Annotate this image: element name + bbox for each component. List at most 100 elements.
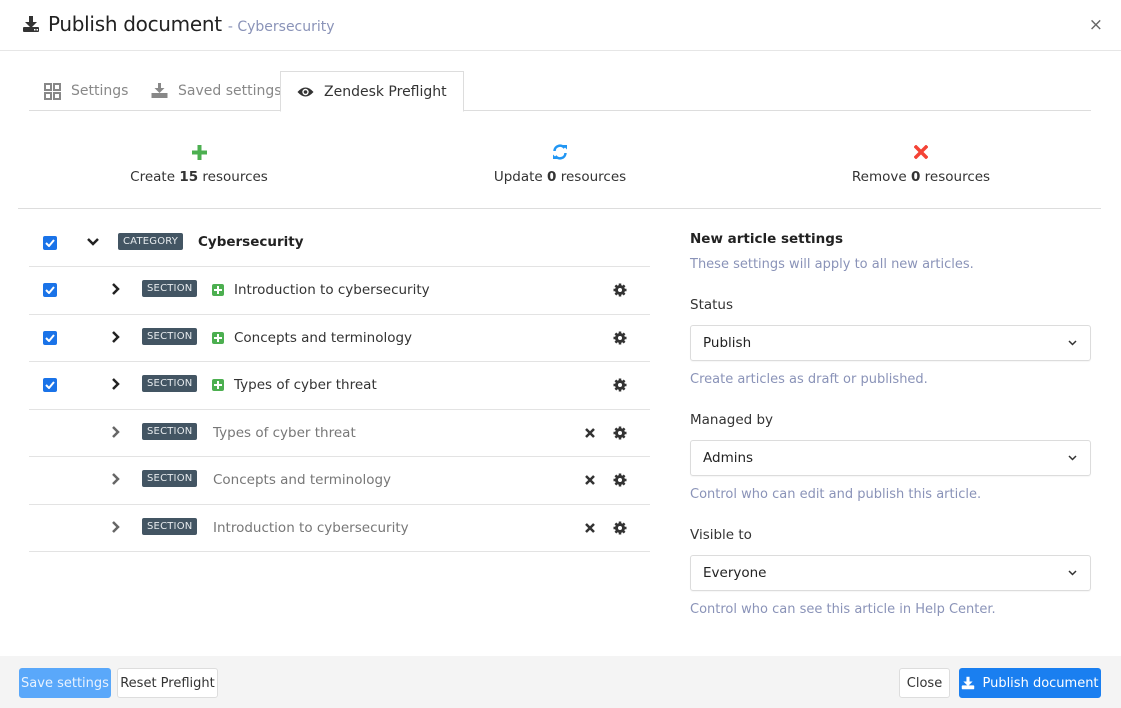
section-badge: SECTION — [142, 327, 198, 345]
section-label: Types of cyber threat — [213, 424, 356, 441]
managed-by-select[interactable]: Admins — [690, 440, 1091, 476]
save-settings-button[interactable]: Save settings — [19, 668, 111, 698]
checkmark-icon — [45, 286, 55, 294]
section-checkbox[interactable] — [43, 330, 57, 345]
title-text: Publish document — [48, 12, 222, 36]
checkmark-icon — [45, 239, 55, 247]
tree-row-section: SECTION Introduction to cybersecurity — [29, 267, 650, 315]
section-label: Concepts and terminology — [213, 472, 392, 488]
tree-row-category: CATEGORY Cybersecurity — [29, 220, 650, 267]
tree-row-section: SECTION Types of cyber threat — [29, 410, 650, 457]
visible-to-hint: Control who can see this article in Help… — [690, 602, 996, 617]
section-label: Introduction to cybersecurity — [213, 519, 409, 536]
managed-by-value: Admins — [703, 450, 754, 466]
category-checkbox[interactable] — [43, 236, 57, 250]
reset-preflight-button[interactable]: Reset Preflight — [117, 668, 218, 698]
chevron-right-icon[interactable] — [109, 425, 123, 439]
close-icon[interactable]: × — [1089, 17, 1103, 34]
chevron-down-icon — [1068, 340, 1077, 346]
category-label: Cybersecurity — [198, 234, 304, 250]
chevron-right-icon[interactable] — [109, 377, 123, 391]
gear-icon[interactable] — [613, 473, 627, 487]
tab-bar: Settings Saved settings Zendesk Prefligh… — [29, 71, 1091, 112]
x-icon — [914, 145, 928, 159]
chevron-right-icon[interactable] — [109, 330, 123, 344]
tab-label: Settings — [71, 83, 129, 99]
eye-icon — [297, 87, 314, 96]
preflight-summary: Create 15 resources Update 0 resources R… — [18, 111, 1101, 209]
publish-document-button[interactable]: Publish document — [959, 668, 1101, 698]
tab-zendesk-preflight[interactable]: Zendesk Preflight — [280, 71, 464, 112]
tab-label: Saved settings — [178, 83, 282, 99]
download-icon — [23, 16, 39, 32]
article-settings-description: These settings will apply to all new art… — [690, 257, 974, 272]
status-value: Publish — [703, 335, 752, 351]
managed-by-hint: Control who can edit and publish this ar… — [690, 487, 982, 502]
chevron-right-icon[interactable] — [109, 282, 123, 296]
refresh-icon — [553, 144, 567, 160]
download-icon — [962, 676, 975, 690]
section-badge: SECTION — [142, 517, 198, 535]
status-select[interactable]: Publish — [690, 325, 1091, 361]
checkmark-icon — [45, 381, 55, 389]
visible-to-select[interactable]: Everyone — [690, 555, 1091, 591]
dialog-title: Publish document - Cybersecurity — [48, 12, 335, 36]
download-tray-icon — [151, 83, 168, 98]
update-count: 0 — [547, 169, 557, 185]
dialog-footer: Save settings Reset Preflight Close Publ… — [0, 656, 1121, 708]
managed-by-label: Managed by — [690, 412, 774, 428]
chevron-down-icon — [1068, 570, 1077, 576]
create-plus-icon — [212, 331, 224, 344]
tree-row-section: SECTION Concepts and terminology — [29, 457, 650, 505]
gear-icon[interactable] — [613, 331, 627, 345]
remove-count: 0 — [910, 169, 921, 185]
remove-x-icon[interactable] — [584, 474, 596, 486]
tree-row-section: SECTION Concepts and terminology — [29, 315, 650, 362]
remove-x-icon[interactable] — [584, 427, 596, 439]
summary-update: Update 0 resources — [440, 141, 680, 185]
article-settings-title: New article settings — [690, 231, 843, 247]
gear-icon[interactable] — [613, 426, 627, 440]
grid-icon — [44, 82, 61, 100]
status-hint: Create articles as draft or published. — [690, 372, 928, 387]
chevron-down-icon[interactable] — [86, 235, 100, 249]
resource-tree: CATEGORY Cybersecurity SECTION Introduct… — [29, 220, 650, 552]
plus-icon — [191, 144, 207, 160]
section-label: Concepts and terminology — [234, 329, 413, 346]
dialog-header: Publish document - Cybersecurity × — [0, 0, 1121, 51]
checkmark-icon — [45, 333, 55, 342]
section-badge: SECTION — [142, 375, 198, 392]
update-prefix: Update — [493, 169, 543, 185]
create-plus-icon — [212, 284, 224, 296]
section-label: Types of cyber threat — [234, 377, 377, 393]
section-badge: SECTION — [142, 422, 198, 440]
create-plus-icon — [212, 379, 224, 391]
close-button[interactable]: Close — [899, 668, 950, 698]
article-settings-panel: New article settings These settings will… — [690, 231, 1091, 617]
publish-label: Publish document — [982, 675, 1099, 691]
section-checkbox[interactable] — [43, 283, 57, 297]
tab-settings[interactable]: Settings — [44, 71, 128, 111]
visible-to-value: Everyone — [703, 565, 767, 581]
tab-saved-settings[interactable]: Saved settings — [151, 71, 282, 111]
section-badge: SECTION — [142, 280, 198, 297]
visible-to-label: Visible to — [690, 527, 752, 543]
remove-prefix: Remove — [851, 169, 907, 185]
create-suffix: resources — [202, 169, 268, 185]
status-label: Status — [690, 297, 734, 313]
gear-icon[interactable] — [613, 283, 627, 297]
update-suffix: resources — [560, 169, 627, 185]
create-count: 15 — [179, 169, 199, 185]
chevron-right-icon[interactable] — [109, 472, 123, 486]
chevron-right-icon[interactable] — [109, 520, 123, 534]
section-label: Introduction to cybersecurity — [234, 282, 430, 298]
tab-label: Zendesk Preflight — [324, 83, 447, 100]
remove-suffix: resources — [924, 169, 991, 185]
remove-x-icon[interactable] — [584, 522, 596, 534]
gear-icon[interactable] — [613, 521, 627, 535]
tree-row-section: SECTION Types of cyber threat — [29, 362, 650, 410]
gear-icon[interactable] — [613, 378, 627, 392]
section-badge: SECTION — [142, 470, 198, 487]
category-badge: CATEGORY — [118, 233, 184, 250]
section-checkbox[interactable] — [43, 378, 57, 392]
